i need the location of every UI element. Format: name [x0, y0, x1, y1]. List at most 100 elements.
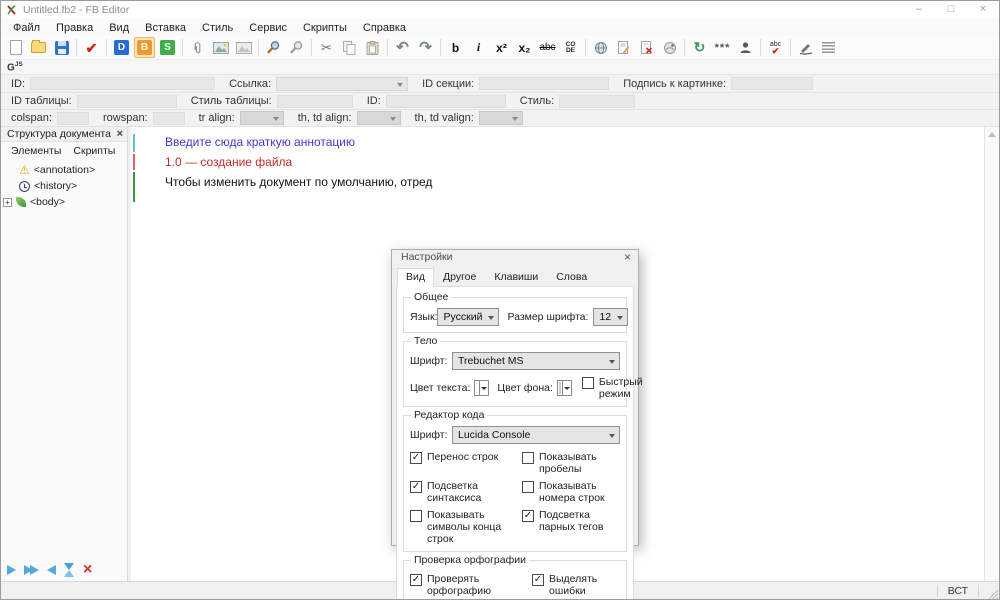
th-td-align-combo[interactable]	[357, 111, 401, 125]
stop-icon[interactable]: ×	[83, 563, 92, 577]
script-gjs-button[interactable]: GJS	[7, 61, 23, 73]
id-input[interactable]	[30, 77, 215, 90]
code-font-combo[interactable]: Lucida Console	[452, 426, 620, 444]
tab-other[interactable]: Другое	[434, 268, 485, 287]
table-id-input[interactable]	[77, 95, 177, 108]
scroll-up-icon[interactable]	[988, 132, 996, 137]
close-button[interactable]: ×	[967, 1, 999, 19]
table-style-input[interactable]	[277, 95, 353, 108]
checkbox-box[interactable]	[410, 481, 422, 493]
source-view-button[interactable]: S	[157, 37, 178, 58]
bg-color-picker[interactable]	[557, 380, 572, 396]
minimize-button[interactable]: –	[903, 1, 935, 19]
cell-id-input[interactable]	[386, 95, 506, 108]
tab-words[interactable]: Слова	[547, 268, 596, 287]
new-document-button[interactable]	[5, 37, 26, 58]
superscript-button[interactable]: x²	[491, 37, 512, 58]
line-numbers-checkbox[interactable]: Показывать номера строк	[522, 480, 620, 504]
tab-keys[interactable]: Клавиши	[485, 268, 547, 287]
strikethrough-button[interactable]: abc	[537, 37, 558, 58]
refresh-words-button[interactable]: ↻	[689, 37, 710, 58]
fast-mode-checkbox[interactable]: Быстрый режим	[582, 376, 643, 400]
checkbox-box[interactable]	[410, 452, 422, 464]
cell-style-input[interactable]	[559, 95, 635, 108]
annotation-placeholder-text[interactable]: Введите сюда краткую аннотацию	[165, 135, 984, 155]
body-view-button[interactable]: B	[134, 37, 155, 58]
run-arrow-icon[interactable]	[7, 565, 16, 575]
copy-button[interactable]	[339, 37, 360, 58]
highlight-errors-checkbox[interactable]: Выделять ошибки	[532, 573, 620, 597]
add-link-button[interactable]	[590, 37, 611, 58]
add-footnote-button[interactable]	[613, 37, 634, 58]
find-button[interactable]	[263, 37, 284, 58]
italic-button[interactable]: i	[468, 37, 489, 58]
checkbox-box[interactable]	[532, 574, 544, 586]
show-spaces-checkbox[interactable]: Показывать пробелы	[522, 451, 620, 475]
expand-icon[interactable]: +	[3, 198, 12, 207]
eol-symbols-checkbox[interactable]: Показывать символы конца строк	[410, 509, 522, 545]
menu-service[interactable]: Сервис	[241, 21, 295, 35]
description-view-button[interactable]: D	[111, 37, 132, 58]
cut-button[interactable]: ✂	[316, 37, 337, 58]
tree-item-history[interactable]: <history>	[3, 178, 127, 194]
bold-button[interactable]: b	[445, 37, 466, 58]
spellcheck-button[interactable]: abc ✔	[765, 37, 786, 58]
remove-footnote-button[interactable]	[636, 37, 657, 58]
menu-view[interactable]: Вид	[101, 21, 137, 35]
checkbox-box[interactable]	[522, 481, 534, 493]
attach-button[interactable]	[187, 37, 208, 58]
checkbox-box[interactable]	[410, 510, 422, 522]
open-button[interactable]	[28, 37, 49, 58]
colspan-input[interactable]	[57, 112, 89, 125]
text-color-dropdown[interactable]	[479, 381, 488, 395]
tab-elements[interactable]: Элементы	[7, 145, 65, 157]
code-button[interactable]: CO DE	[560, 37, 581, 58]
back-arrow-icon[interactable]	[47, 565, 56, 575]
tab-view[interactable]: Вид	[397, 268, 434, 287]
rowspan-input[interactable]	[153, 112, 185, 125]
tr-align-combo[interactable]	[240, 111, 284, 125]
hourglass-icon[interactable]	[64, 563, 75, 577]
bg-color-dropdown[interactable]	[562, 381, 571, 395]
language-combo[interactable]: Русский	[437, 308, 499, 326]
checkbox-box[interactable]	[582, 377, 594, 389]
fast-forward-icon[interactable]	[24, 565, 39, 575]
link-combo[interactable]	[276, 77, 408, 91]
dialog-close-icon[interactable]: ×	[624, 250, 631, 264]
tree-item-body[interactable]: + <body>	[3, 194, 127, 210]
paste-button[interactable]	[362, 37, 383, 58]
image-link-button[interactable]	[659, 37, 680, 58]
panel-close-icon[interactable]: ×	[117, 128, 123, 140]
menu-scripts[interactable]: Скрипты	[295, 21, 355, 35]
validate-button[interactable]: ✔	[81, 37, 102, 58]
caption-input[interactable]	[731, 77, 813, 90]
menu-help[interactable]: Справка	[355, 21, 414, 35]
subscript-button[interactable]: x₂	[514, 37, 535, 58]
menu-style[interactable]: Стиль	[194, 21, 241, 35]
tree-item-annotation[interactable]: ⚠ <annotation>	[3, 162, 127, 178]
paragraph-button[interactable]	[818, 37, 839, 58]
tab-scripts[interactable]: Скрипты	[69, 145, 119, 157]
check-spelling-checkbox[interactable]: Проверять орфографию	[410, 573, 532, 597]
checkbox-box[interactable]	[522, 452, 534, 464]
redo-button[interactable]: ↷	[415, 37, 436, 58]
text-color-picker[interactable]	[474, 380, 489, 396]
insert-image-button[interactable]	[210, 37, 231, 58]
vertical-scrollbar[interactable]	[984, 127, 999, 581]
th-td-valign-combo[interactable]	[479, 111, 523, 125]
save-button[interactable]	[51, 37, 72, 58]
replace-button[interactable]	[286, 37, 307, 58]
export-image-button[interactable]	[233, 37, 254, 58]
checkbox-box[interactable]	[410, 574, 422, 586]
word-wrap-checkbox[interactable]: Перенос строк	[410, 451, 522, 475]
author-button[interactable]	[735, 37, 756, 58]
resize-grip-icon[interactable]	[985, 586, 998, 599]
section-id-input[interactable]	[479, 77, 609, 90]
undo-button[interactable]: ↶	[392, 37, 413, 58]
poem-button[interactable]: ***	[712, 37, 733, 58]
signature-button[interactable]	[795, 37, 816, 58]
body-text[interactable]: Чтобы изменить документ по умолчанию, от…	[165, 175, 984, 195]
body-font-combo[interactable]: Trebuchet MS	[452, 352, 620, 370]
font-size-combo[interactable]: 12	[593, 308, 628, 326]
syntax-highlight-checkbox[interactable]: Подсветка синтаксиса	[410, 480, 522, 504]
